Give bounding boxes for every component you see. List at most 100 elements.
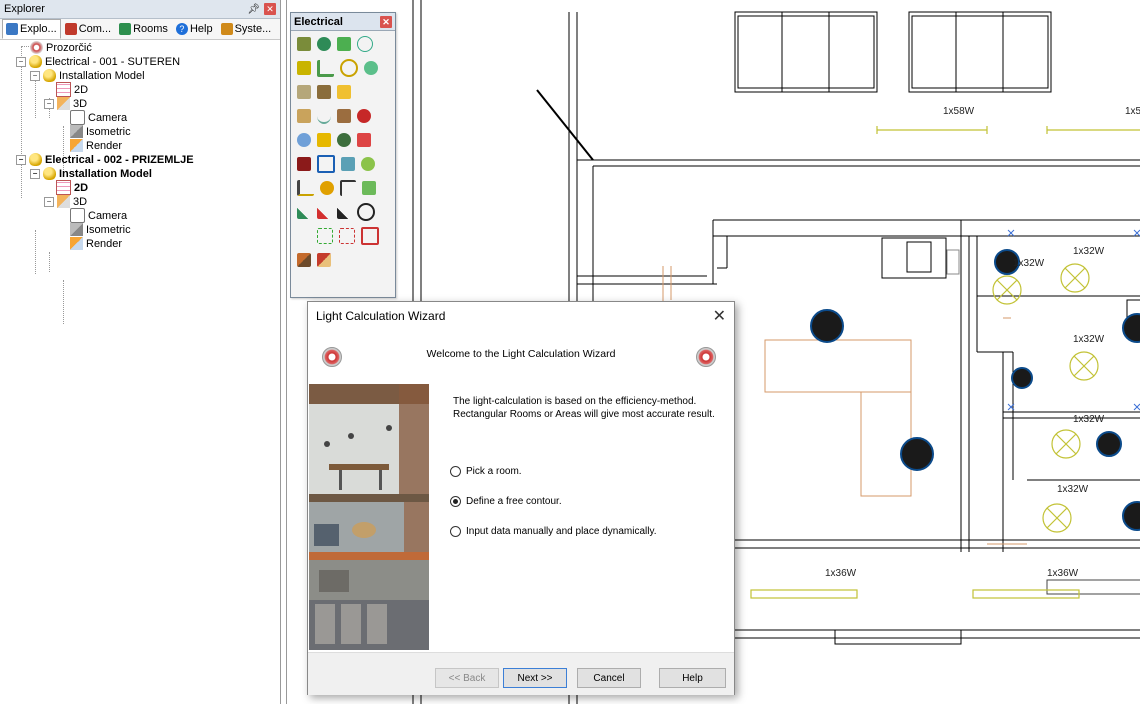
socket-icon[interactable] xyxy=(317,37,331,51)
radio-button[interactable] xyxy=(450,526,461,537)
tree-item-label: Electrical - 001 - SUTEREN xyxy=(45,55,181,68)
tree-item-isometric[interactable]: Isometric xyxy=(70,222,131,237)
distribution-board-icon[interactable] xyxy=(297,37,311,51)
tree-item-3d[interactable]: − 3D xyxy=(44,96,87,111)
roof-icon[interactable] xyxy=(297,253,311,267)
tab-explorer[interactable]: Explo... xyxy=(2,19,61,39)
refresh-icon[interactable] xyxy=(357,203,375,221)
tree-item-label: 2D xyxy=(74,181,89,194)
camera-icon xyxy=(70,208,85,223)
tab-rooms[interactable]: Rooms xyxy=(115,19,172,39)
tab-components[interactable]: Com... xyxy=(61,19,115,39)
tree-item-label: Camera xyxy=(88,111,128,124)
speaker-icon[interactable] xyxy=(337,133,351,147)
trunking-icon[interactable] xyxy=(297,109,311,123)
fuse-icon[interactable] xyxy=(297,157,311,171)
color-icon[interactable] xyxy=(320,181,334,195)
description-text: The light-calculation is based on the ef… xyxy=(453,396,715,420)
tree-item-prozorcic[interactable]: Prozorčić xyxy=(30,40,92,55)
arrow-black-icon[interactable] xyxy=(337,205,351,219)
tab-label: Explo... xyxy=(20,23,57,35)
pin-icon[interactable]: 📌︎ xyxy=(247,4,260,15)
fixture-label: 1x32W xyxy=(1057,484,1089,495)
close-palette-button[interactable]: ✕ xyxy=(380,15,392,28)
terminal-icon[interactable] xyxy=(357,109,371,123)
help-button[interactable]: Help xyxy=(659,668,726,688)
schematic-icon[interactable] xyxy=(297,180,314,196)
tree-item-camera[interactable]: Camera xyxy=(70,208,127,223)
dialog-title-bar: Light Calculation Wizard ✕ xyxy=(308,302,734,330)
fixture-label: 1x32W xyxy=(1073,414,1105,425)
explorer-tabs: Explo... Com... Rooms ? Help Syste... xyxy=(0,19,280,40)
tree-item-render[interactable]: Render xyxy=(70,236,122,251)
tree-item-label: Render xyxy=(86,237,123,250)
tree-item-electrical-001[interactable]: − Electrical - 001 - SUTEREN xyxy=(16,54,180,69)
room-icon[interactable] xyxy=(317,85,331,99)
box-icon[interactable] xyxy=(337,109,351,123)
roof-alt-icon[interactable] xyxy=(317,253,331,267)
ceiling-light-icon[interactable] xyxy=(340,59,358,77)
flag-icon[interactable] xyxy=(340,180,356,196)
grid-red-icon[interactable] xyxy=(339,228,355,244)
network-icon[interactable] xyxy=(297,133,311,147)
window-icon[interactable] xyxy=(361,227,379,245)
wire-icon[interactable] xyxy=(317,108,331,124)
alarm-icon[interactable] xyxy=(357,133,371,147)
radio-button[interactable] xyxy=(450,466,461,477)
house-3d-icon xyxy=(57,195,70,208)
panel-icon[interactable] xyxy=(297,85,311,99)
collapse-icon[interactable]: − xyxy=(44,196,54,207)
luminaire-icon[interactable] xyxy=(297,61,311,75)
collapse-icon[interactable]: − xyxy=(44,98,54,109)
bell-icon[interactable] xyxy=(317,133,331,147)
tab-help[interactable]: ? Help xyxy=(172,19,217,39)
welcome-text: Welcome to the Light Calculation Wizard xyxy=(426,348,616,360)
option-label: Define a free contour. xyxy=(466,496,562,507)
light-calculation-icon[interactable] xyxy=(337,85,351,99)
tree-item-installation-model[interactable]: − Installation Model xyxy=(30,68,145,83)
dialog-footer: << Back Next >> Cancel Help xyxy=(308,652,734,695)
back-button[interactable]: << Back xyxy=(435,668,499,688)
target-icon[interactable] xyxy=(317,155,335,173)
arrow-green-icon[interactable] xyxy=(297,205,311,219)
heart-icon[interactable] xyxy=(364,61,378,75)
components-icon xyxy=(64,23,77,35)
tree-item-2d[interactable]: 2D xyxy=(56,82,88,97)
label-icon[interactable] xyxy=(362,181,376,195)
tree-item-camera[interactable]: Camera xyxy=(70,110,127,125)
antenna-icon[interactable] xyxy=(337,37,351,51)
option-define-free-contour[interactable]: Define a free contour. xyxy=(450,496,562,507)
tree-item-3d[interactable]: − 3D xyxy=(44,194,87,209)
tree-item-isometric[interactable]: Isometric xyxy=(70,124,131,139)
tree-item-label: Installation Model xyxy=(59,69,145,82)
collapse-icon[interactable]: − xyxy=(30,70,40,81)
collapse-icon[interactable]: − xyxy=(16,154,26,165)
connect-icon[interactable] xyxy=(361,157,375,171)
tab-label: Syste... xyxy=(234,23,272,35)
tree-item-installation-model-active[interactable]: − Installation Model xyxy=(30,166,152,181)
collapse-icon[interactable]: − xyxy=(30,168,40,179)
cancel-button[interactable]: Cancel xyxy=(577,668,641,688)
next-button[interactable]: Next >> xyxy=(503,668,567,688)
route-icon[interactable] xyxy=(341,157,355,171)
fixture-label: 1x5 xyxy=(1125,106,1140,117)
cable-icon[interactable] xyxy=(317,59,334,77)
isometric-icon xyxy=(70,125,83,138)
sensor-icon[interactable] xyxy=(357,36,373,52)
tree-item-label: Isometric xyxy=(86,125,131,138)
arrow-red-icon[interactable] xyxy=(317,205,331,219)
grid-green-icon[interactable] xyxy=(317,228,333,244)
lightbulb-icon xyxy=(29,55,42,68)
tree-item-electrical-002[interactable]: − Electrical - 002 - PRIZEMLJE xyxy=(16,152,194,167)
palette-title-bar: Electrical ✕ xyxy=(291,13,395,31)
radio-button-selected[interactable] xyxy=(450,496,461,507)
close-icon[interactable]: ✕ xyxy=(713,306,726,326)
close-panel-button[interactable]: ✕ xyxy=(264,3,276,15)
tree-item-render[interactable]: Render xyxy=(70,138,122,153)
tree-item-2d-active[interactable]: 2D xyxy=(56,180,88,195)
collapse-icon[interactable]: − xyxy=(16,56,26,67)
tab-system[interactable]: Syste... xyxy=(217,19,276,39)
option-input-manually[interactable]: Input data manually and place dynamicall… xyxy=(450,526,656,537)
option-pick-room[interactable]: Pick a room. xyxy=(450,466,522,477)
light-calculation-wizard-dialog: Light Calculation Wizard ✕ Welcome to th… xyxy=(307,301,735,695)
